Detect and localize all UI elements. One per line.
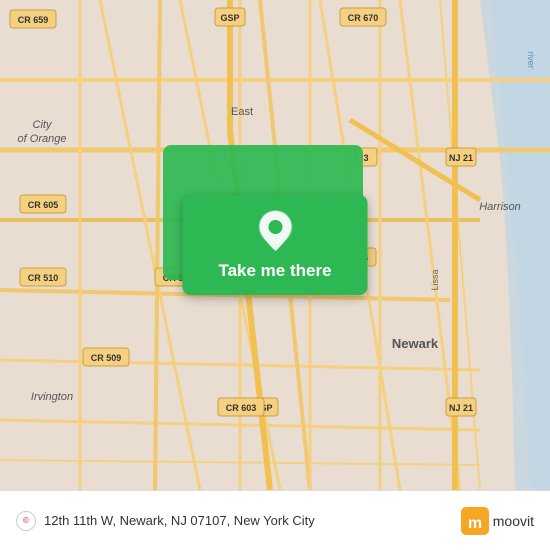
svg-text:Newark: Newark bbox=[392, 336, 439, 351]
button-overlay: Take me there bbox=[183, 195, 368, 295]
svg-text:CR 603: CR 603 bbox=[226, 403, 257, 413]
svg-text:3: 3 bbox=[363, 153, 368, 163]
svg-text:Lissa: Lissa bbox=[430, 269, 440, 290]
svg-text:of Orange: of Orange bbox=[18, 133, 67, 145]
address-text: 12th 11th W, Newark, NJ 07107, New York … bbox=[44, 513, 453, 528]
svg-text:CR 510: CR 510 bbox=[28, 273, 59, 283]
take-me-there-label: Take me there bbox=[218, 261, 331, 281]
bottom-bar: © 12th 11th W, Newark, NJ 07107, New Yor… bbox=[0, 490, 550, 550]
openstreetmap-logo: © bbox=[16, 511, 36, 531]
take-me-there-button[interactable]: Take me there bbox=[183, 195, 368, 295]
map-container: CR 659 CR 670 GSP GSP CR 605 CR 510 CR 5… bbox=[0, 0, 550, 490]
svg-text:East: East bbox=[231, 106, 253, 118]
svg-text:m: m bbox=[468, 515, 482, 532]
svg-text:NJ 21: NJ 21 bbox=[449, 403, 473, 413]
location-pin-icon bbox=[257, 209, 293, 253]
svg-text:CR 670: CR 670 bbox=[348, 13, 379, 23]
svg-text:NJ 21: NJ 21 bbox=[449, 153, 473, 163]
svg-text:CR 509: CR 509 bbox=[91, 353, 122, 363]
svg-text:Harrison: Harrison bbox=[479, 201, 521, 213]
svg-text:CR 605: CR 605 bbox=[28, 200, 59, 210]
moovit-logo: m moovit bbox=[461, 507, 534, 535]
moovit-text: moovit bbox=[493, 513, 534, 529]
moovit-icon: m bbox=[461, 507, 489, 535]
svg-text:Irvington: Irvington bbox=[31, 391, 73, 403]
svg-text:City: City bbox=[33, 119, 53, 131]
svg-text:GSP: GSP bbox=[220, 13, 239, 23]
svg-text:river: river bbox=[526, 51, 536, 69]
svg-text:CR 659: CR 659 bbox=[18, 15, 49, 25]
